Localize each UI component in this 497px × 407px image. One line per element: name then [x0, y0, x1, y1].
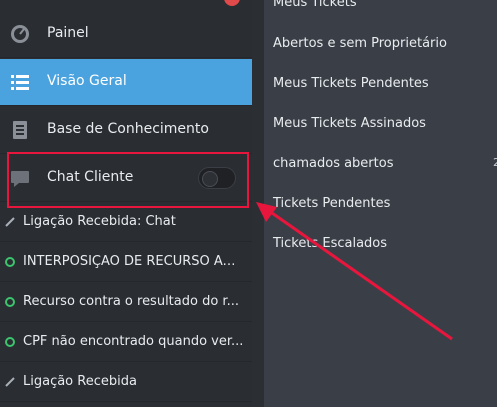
annotation-arrow: [256, 202, 453, 341]
